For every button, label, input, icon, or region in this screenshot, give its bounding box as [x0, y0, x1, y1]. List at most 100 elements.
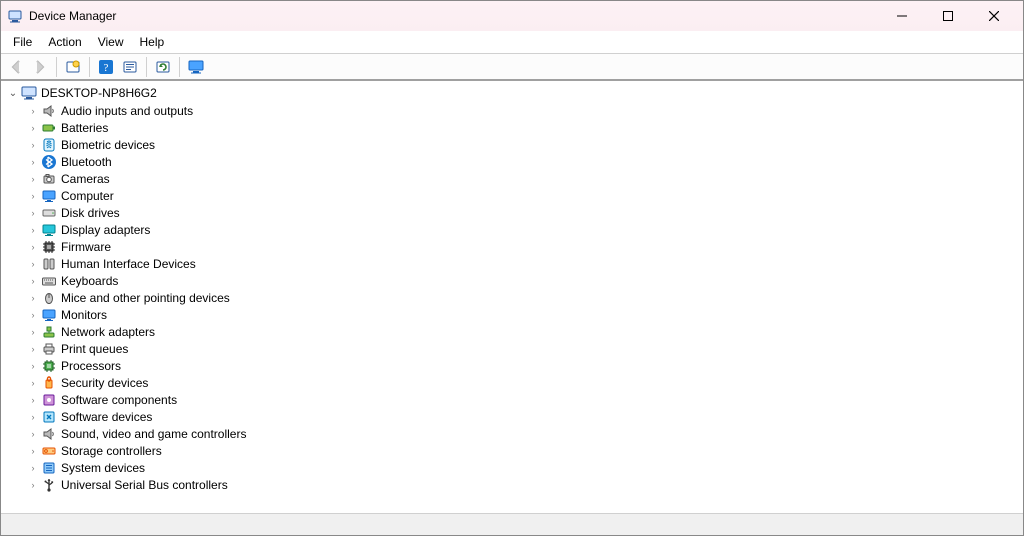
- menu-file[interactable]: File: [5, 33, 40, 51]
- network-icon: [41, 324, 57, 340]
- expand-icon[interactable]: ›: [27, 327, 39, 337]
- tree-category[interactable]: ›Biometric devices: [5, 136, 1019, 153]
- help-button[interactable]: ?: [95, 56, 117, 78]
- category-label: Sound, video and game controllers: [61, 427, 246, 441]
- tree-category[interactable]: › Batteries: [5, 119, 1019, 136]
- keyboard-icon: [41, 273, 57, 289]
- tree-category[interactable]: ›Human Interface Devices: [5, 255, 1019, 272]
- battery-icon: [41, 120, 57, 136]
- category-label: System devices: [61, 461, 145, 475]
- expand-icon[interactable]: ›: [27, 463, 39, 473]
- computer-icon: [21, 85, 37, 101]
- tree-category[interactable]: ›Keyboards: [5, 272, 1019, 289]
- category-label: Mice and other pointing devices: [61, 291, 230, 305]
- expand-icon[interactable]: ›: [27, 208, 39, 218]
- window-title: Device Manager: [29, 9, 116, 23]
- expand-icon[interactable]: ›: [27, 157, 39, 167]
- tree-category[interactable]: › Sound, video and game controllers: [5, 425, 1019, 442]
- category-label: Batteries: [61, 121, 108, 135]
- expand-icon[interactable]: ›: [27, 310, 39, 320]
- scan-button[interactable]: [152, 56, 174, 78]
- close-button[interactable]: [971, 1, 1017, 31]
- tree-category[interactable]: ›Disk drives: [5, 204, 1019, 221]
- tree-category[interactable]: › System devices: [5, 459, 1019, 476]
- expand-icon[interactable]: ›: [27, 480, 39, 490]
- tree-category[interactable]: › Print queues: [5, 340, 1019, 357]
- cpu-icon: [41, 358, 57, 374]
- expand-icon[interactable]: ›: [27, 191, 39, 201]
- category-label: Print queues: [61, 342, 128, 356]
- storage-icon: [41, 443, 57, 459]
- expand-icon[interactable]: ›: [27, 106, 39, 116]
- tree-category[interactable]: › Audio inputs and outputs: [5, 102, 1019, 119]
- tree-category[interactable]: ›Processors: [5, 357, 1019, 374]
- menu-view[interactable]: View: [90, 33, 132, 51]
- expand-icon[interactable]: ›: [27, 361, 39, 371]
- printer-icon: [41, 341, 57, 357]
- titlebar: Device Manager: [1, 1, 1023, 31]
- back-button[interactable]: [5, 56, 27, 78]
- tree-category[interactable]: › Cameras: [5, 170, 1019, 187]
- expand-icon[interactable]: ›: [27, 174, 39, 184]
- category-label: Cameras: [61, 172, 110, 186]
- expand-icon[interactable]: ›: [27, 378, 39, 388]
- category-label: Monitors: [61, 308, 107, 322]
- collapse-icon[interactable]: ⌄: [7, 88, 19, 99]
- maximize-button[interactable]: [925, 1, 971, 31]
- tree-category[interactable]: › Computer: [5, 187, 1019, 204]
- expand-icon[interactable]: ›: [27, 446, 39, 456]
- menu-help[interactable]: Help: [132, 33, 173, 51]
- category-label: Storage controllers: [61, 444, 162, 458]
- expand-icon[interactable]: ›: [27, 140, 39, 150]
- hid-icon: [41, 256, 57, 272]
- tree-category[interactable]: › Monitors: [5, 306, 1019, 323]
- expand-icon[interactable]: ›: [27, 344, 39, 354]
- speaker-icon: [41, 426, 57, 442]
- category-label: Universal Serial Bus controllers: [61, 478, 228, 492]
- category-label: Computer: [61, 189, 114, 203]
- tree-category[interactable]: › Storage controllers: [5, 442, 1019, 459]
- properties-button[interactable]: [119, 56, 141, 78]
- category-label: Firmware: [61, 240, 111, 254]
- usb-icon: [41, 477, 57, 493]
- expand-icon[interactable]: ›: [27, 259, 39, 269]
- expand-icon[interactable]: ›: [27, 123, 39, 133]
- chip-icon: [41, 239, 57, 255]
- tree-category[interactable]: ›Software components: [5, 391, 1019, 408]
- svg-text:?: ?: [104, 62, 109, 74]
- softdev-icon: [41, 409, 57, 425]
- component-icon: [41, 392, 57, 408]
- add-driver-button[interactable]: [185, 56, 207, 78]
- menu-action[interactable]: Action: [40, 33, 89, 51]
- bluetooth-icon: [41, 154, 57, 170]
- tree-category[interactable]: ›Security devices: [5, 374, 1019, 391]
- system-icon: [41, 460, 57, 476]
- camera-icon: [41, 171, 57, 187]
- expand-icon[interactable]: ›: [27, 293, 39, 303]
- tree-category[interactable]: › Firmware: [5, 238, 1019, 255]
- expand-icon[interactable]: ›: [27, 242, 39, 252]
- expand-icon[interactable]: ›: [27, 395, 39, 405]
- tree-category[interactable]: ›Software devices: [5, 408, 1019, 425]
- statusbar: [1, 513, 1023, 535]
- expand-icon[interactable]: ›: [27, 412, 39, 422]
- forward-button[interactable]: [29, 56, 51, 78]
- minimize-button[interactable]: [879, 1, 925, 31]
- monitor-small-icon: [41, 188, 57, 204]
- category-label: Bluetooth: [61, 155, 112, 169]
- tree-category[interactable]: ›Network adapters: [5, 323, 1019, 340]
- root-label: DESKTOP-NP8H6G2: [41, 86, 157, 100]
- device-manager-window: Device Manager File Action View Help ? ⌄…: [0, 0, 1024, 536]
- tree-category[interactable]: › Mice and other pointing devices: [5, 289, 1019, 306]
- expand-icon[interactable]: ›: [27, 429, 39, 439]
- device-tree[interactable]: ⌄ DESKTOP-NP8H6G2 › Audio inputs and outp…: [1, 81, 1023, 513]
- expand-icon[interactable]: ›: [27, 225, 39, 235]
- menubar: File Action View Help: [1, 31, 1023, 53]
- show-hidden-button[interactable]: [62, 56, 84, 78]
- expand-icon[interactable]: ›: [27, 276, 39, 286]
- tree-root[interactable]: ⌄ DESKTOP-NP8H6G2: [5, 84, 1019, 102]
- tree-category[interactable]: › Universal Serial Bus controllers: [5, 476, 1019, 493]
- tree-category[interactable]: › Bluetooth: [5, 153, 1019, 170]
- category-label: Audio inputs and outputs: [61, 104, 193, 118]
- tree-category[interactable]: ›Display adapters: [5, 221, 1019, 238]
